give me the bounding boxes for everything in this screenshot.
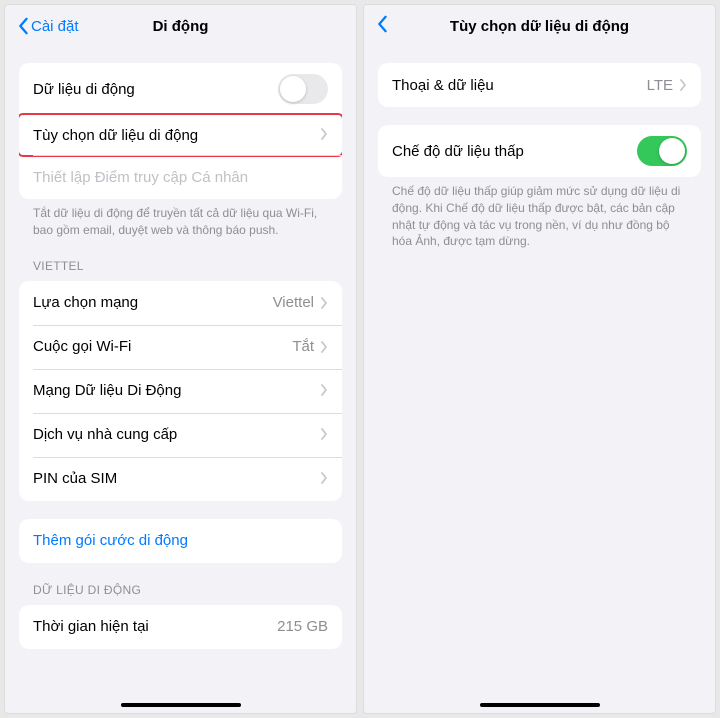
row-wifi-calling[interactable]: Cuộc gọi Wi-Fi Tắt <box>19 325 342 369</box>
group-low-data: Chế độ dữ liệu thấp <box>378 125 701 177</box>
row-network-selection[interactable]: Lựa chọn mạng Viettel <box>19 281 342 325</box>
group-cellular: Dữ liệu di động Tùy chọn dữ liệu di động… <box>19 63 342 199</box>
content-area: Dữ liệu di động Tùy chọn dữ liệu di động… <box>5 45 356 713</box>
screen-cellular-settings: Cài đặt Di động Dữ liệu di động Tùy chọn… <box>4 4 357 714</box>
home-indicator[interactable] <box>121 703 241 707</box>
chevron-right-icon <box>320 427 328 443</box>
row-personal-hotspot: Thiết lập Điểm truy cập Cá nhân <box>19 155 342 199</box>
low-data-label: Chế độ dữ liệu thấp <box>392 143 524 160</box>
chevron-right-icon <box>679 79 687 91</box>
row-current-period[interactable]: Thời gian hiện tại 215 GB <box>19 605 342 649</box>
cellular-options-label: Tùy chọn dữ liệu di động <box>33 127 198 144</box>
screen-cellular-options: Tùy chọn dữ liệu di động Thoại & dữ liệu… <box>363 4 716 714</box>
voice-data-value: LTE <box>647 77 687 94</box>
voice-data-label: Thoại & dữ liệu <box>392 77 494 94</box>
row-low-data-mode[interactable]: Chế độ dữ liệu thấp <box>378 125 701 177</box>
cellular-data-label: Dữ liệu di động <box>33 81 135 98</box>
nav-header: Tùy chọn dữ liệu di động <box>364 5 715 45</box>
chevron-left-icon <box>17 17 29 35</box>
row-sim-pin[interactable]: PIN của SIM <box>19 457 342 501</box>
sim-pin-label: PIN của SIM <box>33 470 117 487</box>
group-add-plan: Thêm gói cước di động <box>19 519 342 563</box>
carrier-services-label: Dịch vụ nhà cung cấp <box>33 426 177 443</box>
group-voice-data: Thoại & dữ liệu LTE <box>378 63 701 107</box>
row-cellular-options[interactable]: Tùy chọn dữ liệu di động <box>19 113 342 157</box>
row-voice-data[interactable]: Thoại & dữ liệu LTE <box>378 63 701 107</box>
content-area: Thoại & dữ liệu LTE Chế độ dữ liệu thấp … <box>364 45 715 713</box>
current-period-label: Thời gian hiện tại <box>33 618 149 635</box>
row-cellular-data[interactable]: Dữ liệu di động <box>19 63 342 115</box>
cellular-network-label: Mạng Dữ liệu Di Động <box>33 382 181 399</box>
section-cellular-data-header: DỮ LIỆU DI ĐỘNG <box>5 563 356 601</box>
current-period-value: 215 GB <box>277 618 328 635</box>
row-add-plan[interactable]: Thêm gói cước di động <box>19 519 342 563</box>
page-title: Di động <box>153 18 209 35</box>
row-carrier-services[interactable]: Dịch vụ nhà cung cấp <box>19 413 342 457</box>
chevron-right-icon <box>320 471 328 487</box>
section-viettel-header: VIETTEL <box>5 239 356 277</box>
group-usage: Thời gian hiện tại 215 GB <box>19 605 342 649</box>
chevron-right-icon <box>320 297 328 309</box>
wifi-calling-label: Cuộc gọi Wi-Fi <box>33 338 131 355</box>
personal-hotspot-label: Thiết lập Điểm truy cập Cá nhân <box>33 169 248 186</box>
cellular-data-toggle[interactable] <box>278 74 328 104</box>
low-data-toggle[interactable] <box>637 136 687 166</box>
page-title: Tùy chọn dữ liệu di động <box>450 18 629 35</box>
back-button[interactable] <box>376 15 388 37</box>
cellular-footer-text: Tắt dữ liệu di động để truyền tất cả dữ … <box>5 199 356 239</box>
chevron-right-icon <box>320 127 328 143</box>
group-viettel: Lựa chọn mạng Viettel Cuộc gọi Wi-Fi Tắt… <box>19 281 342 501</box>
network-selection-value: Viettel <box>273 294 328 311</box>
add-plan-label: Thêm gói cước di động <box>33 532 188 549</box>
network-selection-label: Lựa chọn mạng <box>33 294 138 311</box>
chevron-right-icon <box>320 383 328 399</box>
chevron-left-icon <box>376 15 388 33</box>
back-label: Cài đặt <box>31 18 79 35</box>
home-indicator[interactable] <box>480 703 600 707</box>
back-button[interactable]: Cài đặt <box>17 17 79 35</box>
chevron-right-icon <box>320 341 328 353</box>
nav-header: Cài đặt Di động <box>5 5 356 45</box>
wifi-calling-value: Tắt <box>292 338 328 355</box>
low-data-footer-text: Chế độ dữ liệu thấp giúp giảm mức sử dụn… <box>364 177 715 250</box>
row-cellular-network[interactable]: Mạng Dữ liệu Di Động <box>19 369 342 413</box>
